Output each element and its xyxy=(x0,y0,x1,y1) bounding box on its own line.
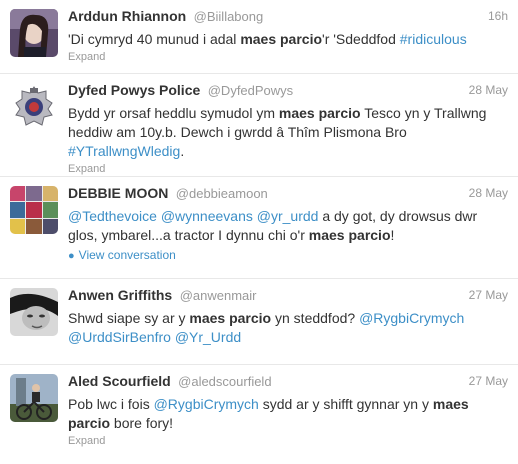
profile-photo-bw-icon xyxy=(10,288,58,336)
avatar[interactable] xyxy=(10,83,58,131)
tweet-author-name[interactable]: DEBBIE MOON xyxy=(68,185,168,201)
mention-link[interactable]: @RygbiCrymych xyxy=(154,396,259,412)
search-term-highlight: maes parcio xyxy=(278,105,361,121)
mention-link[interactable]: @UrddSirBenfro xyxy=(68,329,171,345)
tweet-author-name[interactable]: Arddun Rhiannon xyxy=(68,8,186,24)
tweet-item[interactable]: Dyfed Powys Police @DyfedPowys 28 May By… xyxy=(0,74,518,177)
tweet-text-segment: . xyxy=(180,143,185,159)
tweet-text-segment: sydd ar y shifft gynnar yn y xyxy=(258,396,433,412)
avatar[interactable] xyxy=(10,186,58,234)
tweet-text-segment: Shwd siape sy ar y xyxy=(68,310,190,326)
tweet-timestamp[interactable]: 27 May xyxy=(469,374,508,388)
mention-link[interactable]: @RygbiCrymych xyxy=(359,310,464,326)
mention-link[interactable]: @Tedthevoice xyxy=(68,208,157,224)
search-term-highlight: maes parcio xyxy=(308,227,391,243)
tweet-screen-name[interactable]: @debbieamoon xyxy=(176,186,268,201)
avatar[interactable] xyxy=(10,9,58,57)
search-term-highlight: maes parcio xyxy=(240,31,323,47)
tweet-text: 'Di cymryd 40 munud i adal maes parcio'r… xyxy=(68,30,508,49)
tweet-text: Bydd yr orsaf heddlu symudol ym maes par… xyxy=(68,104,508,161)
tweet-screen-name[interactable]: @anwenmair xyxy=(180,288,257,303)
tweet-screen-name[interactable]: @DyfedPowys xyxy=(208,83,293,98)
profile-photo-bike-icon xyxy=(10,374,58,422)
tweet-timestamp[interactable]: 27 May xyxy=(469,288,508,302)
tweet-text-segment: 'r 'Sdeddfod xyxy=(322,31,400,47)
tweet-text: @Tedthevoice @wynneevans @yr_urdd a dy g… xyxy=(68,207,508,245)
tweet-timestamp[interactable]: 16h xyxy=(488,9,508,23)
view-conversation-label: View conversation xyxy=(78,248,176,262)
tweet-screen-name[interactable]: @Biillabong xyxy=(194,9,264,24)
mention-link[interactable]: @wynneevans xyxy=(161,208,253,224)
tweet-item[interactable]: Aled Scourfield @aledscourfield 27 May P… xyxy=(0,365,518,464)
tweet-timestamp[interactable]: 28 May xyxy=(469,186,508,200)
tweet-text: Shwd siape sy ar y maes parcio yn steddf… xyxy=(68,309,508,347)
speech-bubble-icon: ● xyxy=(68,250,75,262)
tweet-author-name[interactable]: Dyfed Powys Police xyxy=(68,82,200,98)
avatar[interactable] xyxy=(10,288,58,336)
tweet-text-segment: yn steddfod? xyxy=(271,310,360,326)
profile-photo-icon xyxy=(10,9,58,57)
tweet-timestamp[interactable]: 28 May xyxy=(469,83,508,97)
tweet-text-segment: Pob lwc i fois xyxy=(68,396,154,412)
tweet-screen-name[interactable]: @aledscourfield xyxy=(178,374,271,389)
expand-link[interactable]: Expand xyxy=(68,435,508,447)
tweet-timeline: Arddun Rhiannon @Biillabong 16h 'Di cymr… xyxy=(0,0,518,464)
tweet-text-segment: 'Di cymryd 40 munud i adal xyxy=(68,31,241,47)
tweet-text-segment: ! xyxy=(390,227,395,243)
mention-link[interactable]: @yr_urdd xyxy=(257,208,319,224)
police-badge-icon xyxy=(10,83,58,131)
tweet-text-segment: Bydd yr orsaf heddlu symudol ym xyxy=(68,105,279,121)
expand-link[interactable]: Expand xyxy=(68,51,508,63)
tweet-text-segment: bore fory! xyxy=(110,415,174,431)
tweet-text: Pob lwc i fois @RygbiCrymych sydd ar y s… xyxy=(68,395,508,433)
search-term-highlight: maes parcio xyxy=(189,310,272,326)
tweet-item[interactable]: Anwen Griffiths @anwenmair 27 May Shwd s… xyxy=(0,279,518,365)
profile-photo-collage-icon xyxy=(10,186,58,234)
avatar[interactable] xyxy=(10,374,58,422)
tweet-author-name[interactable]: Aled Scourfield xyxy=(68,373,171,389)
mention-link[interactable]: @Yr_Urdd xyxy=(175,329,241,345)
tweet-item[interactable]: Arddun Rhiannon @Biillabong 16h 'Di cymr… xyxy=(0,0,518,74)
hashtag-link[interactable]: #ridiculous xyxy=(400,31,467,47)
tweet-author-name[interactable]: Anwen Griffiths xyxy=(68,287,172,303)
view-conversation-link[interactable]: ● View conversation xyxy=(68,248,508,262)
hashtag-link[interactable]: #YTrallwngWledig xyxy=(68,143,180,159)
tweet-item[interactable]: DEBBIE MOON @debbieamoon 28 May @Tedthev… xyxy=(0,177,518,279)
expand-link[interactable]: Expand xyxy=(68,163,508,175)
